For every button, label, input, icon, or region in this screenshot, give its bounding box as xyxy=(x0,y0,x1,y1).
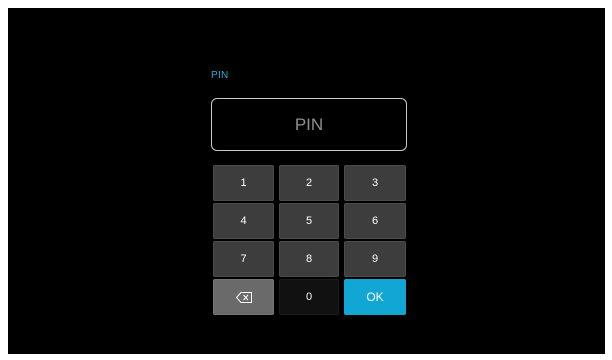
key-8[interactable]: 8 xyxy=(279,241,339,277)
key-0[interactable]: 0 xyxy=(279,279,339,315)
key-2[interactable]: 2 xyxy=(279,165,339,201)
key-4[interactable]: 4 xyxy=(213,203,274,239)
ok-button[interactable]: OK xyxy=(344,279,406,315)
pin-screen: PIN 1 2 3 4 5 6 7 8 9 0 OK xyxy=(8,8,605,354)
key-6[interactable]: 6 xyxy=(344,203,406,239)
backspace-button[interactable] xyxy=(213,279,274,315)
key-9[interactable]: 9 xyxy=(344,241,406,277)
pin-label: PIN xyxy=(211,70,229,81)
key-5[interactable]: 5 xyxy=(279,203,339,239)
key-3[interactable]: 3 xyxy=(344,165,406,201)
numeric-keypad: 1 2 3 4 5 6 7 8 9 0 OK xyxy=(213,165,406,315)
pin-input[interactable] xyxy=(211,98,407,151)
key-7[interactable]: 7 xyxy=(213,241,274,277)
key-1[interactable]: 1 xyxy=(213,165,274,201)
backspace-icon xyxy=(235,291,252,303)
